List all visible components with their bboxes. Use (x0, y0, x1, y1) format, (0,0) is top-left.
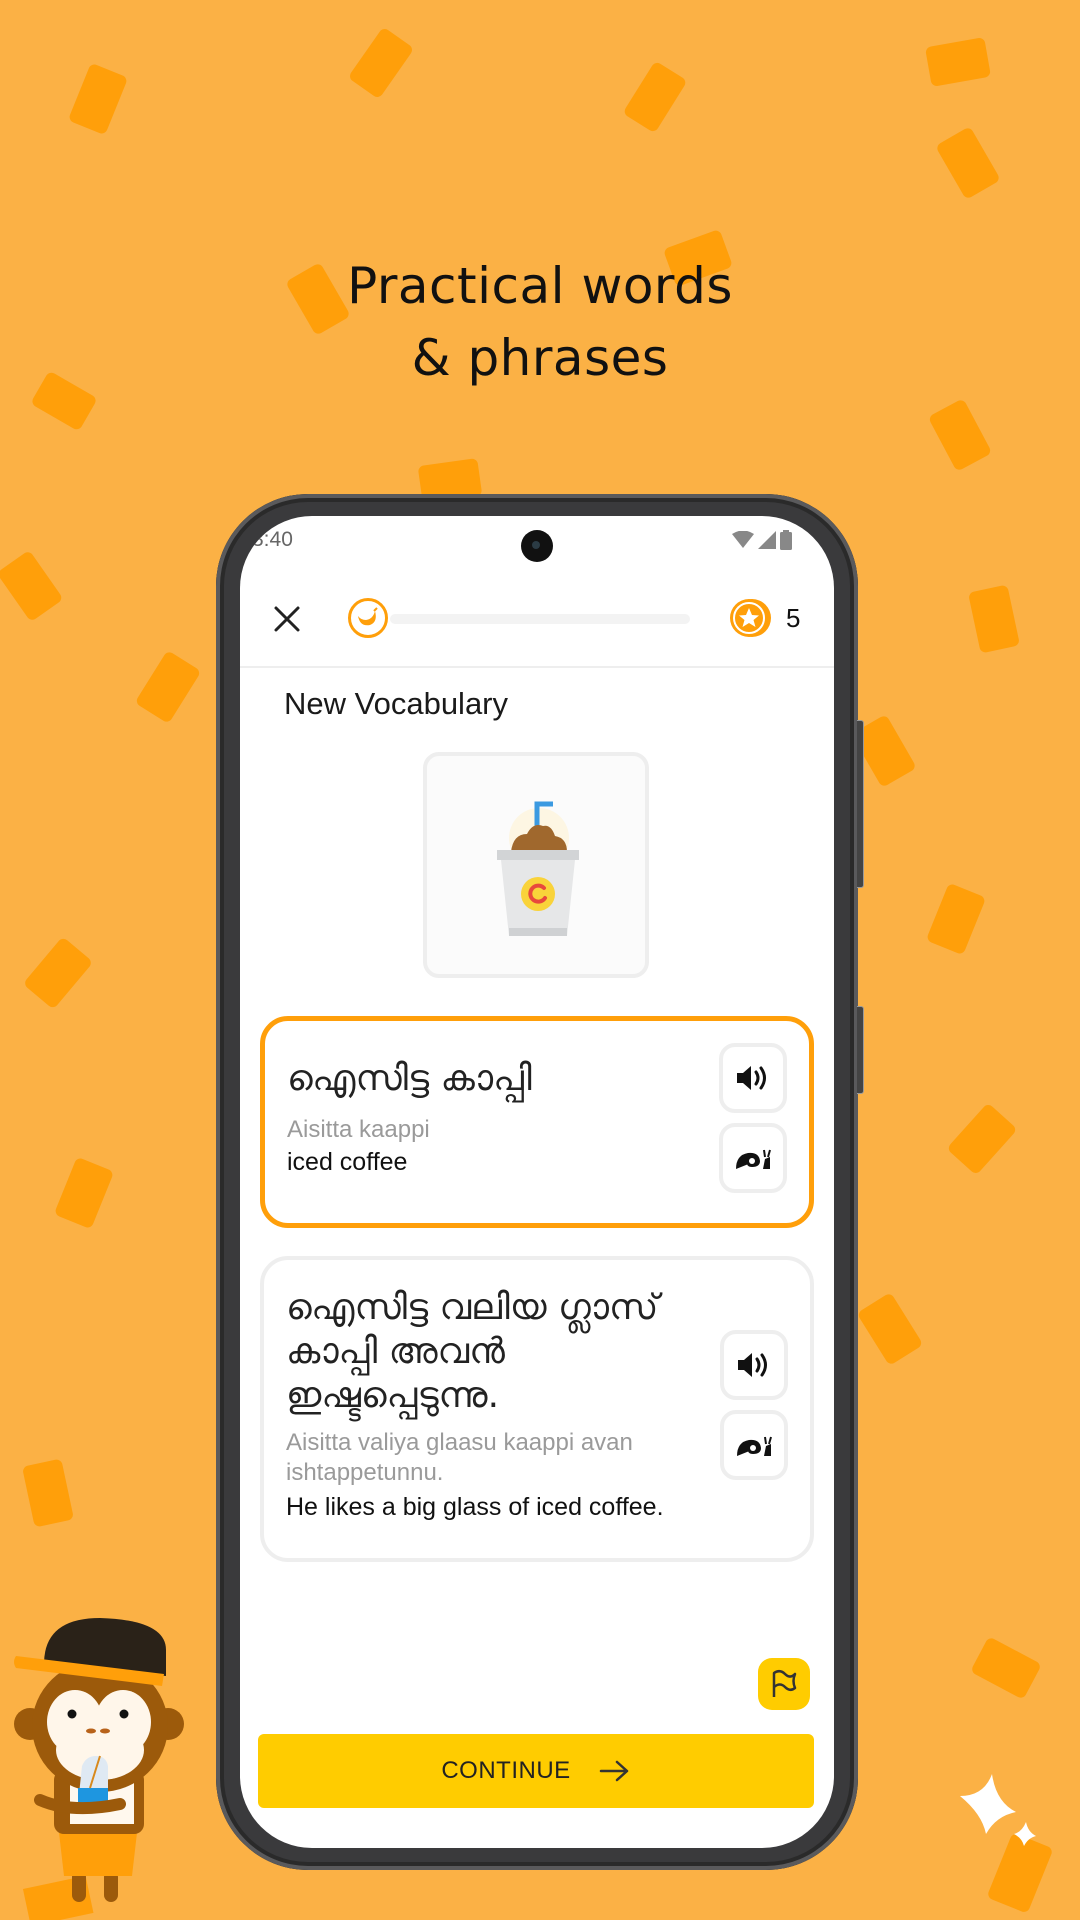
progress-start-badge (348, 598, 388, 638)
wifi-icon (732, 531, 754, 548)
confetti-shape (134, 650, 202, 724)
monkey-mascot (14, 1618, 184, 1920)
confetti-shape (925, 882, 987, 956)
confetti-shape (21, 1458, 75, 1528)
section-title: New Vocabulary (284, 686, 509, 721)
continue-label: CONTINUE (441, 1757, 571, 1784)
banana-icon (358, 607, 378, 626)
play-audio-button[interactable] (720, 1330, 788, 1400)
lesson-header: 5 (240, 576, 834, 668)
play-slow-audio-button[interactable] (719, 1123, 787, 1193)
speaker-icon (738, 1353, 767, 1377)
signal-icon (758, 531, 776, 549)
confetti-shape (970, 1636, 1042, 1700)
play-audio-button[interactable] (719, 1043, 787, 1113)
coin-count: 5 (786, 603, 801, 633)
phone-power-button (857, 1006, 864, 1094)
confetti-shape (67, 62, 129, 136)
transliteration-text: Aisitta valiya glaasu kaappi avan ishtap… (286, 1429, 633, 1486)
confetti-shape (946, 1102, 1018, 1176)
progress-bar (390, 614, 690, 624)
headline: Practical words & phrases (0, 250, 1080, 394)
flag-icon (772, 1670, 797, 1697)
native-text: ഐസിട്ട വലിയ ഗ്ലാസ് കാപ്പി അവൻ ഇഷ്ടപ്പെടു… (286, 1287, 659, 1416)
meaning-text: He likes a big glass of iced coffee. (286, 1493, 664, 1521)
iced-coffee-illustration (497, 801, 579, 936)
speaker-icon (737, 1066, 766, 1090)
close-icon (274, 606, 300, 632)
confetti-shape (856, 1292, 924, 1366)
snail-icon (736, 1149, 771, 1169)
headline-line-2: & phrases (411, 329, 669, 387)
vocab-card-word[interactable]: ഐസിട്ട കാപ്പി Aisitta kaappi iced coffee (260, 1016, 814, 1228)
vocab-image-card (423, 752, 649, 978)
vocab-card-sentence[interactable]: ഐസിട്ട വലിയ ഗ്ലാസ് കാപ്പി അവൻ ഇഷ്ടപ്പെടു… (260, 1256, 814, 1562)
sparkle-icon (960, 1774, 1052, 1912)
snail-icon (737, 1436, 772, 1456)
confetti-shape (935, 126, 1001, 200)
front-camera (521, 530, 553, 562)
report-button[interactable] (758, 1658, 810, 1710)
headline-line-1: Practical words (347, 257, 733, 315)
confetti-shape (22, 936, 94, 1010)
phone-volume-button (857, 720, 864, 888)
confetti-shape (347, 26, 415, 100)
arrow-right-icon (599, 1760, 628, 1782)
status-time: 3:40 (252, 528, 293, 551)
continue-button[interactable]: CONTINUE (258, 1734, 814, 1808)
transliteration-text: Aisitta kaappi (287, 1116, 430, 1143)
battery-icon (780, 530, 792, 550)
coin-badge (728, 596, 772, 640)
confetti-shape (53, 1156, 115, 1230)
play-slow-audio-button[interactable] (720, 1410, 788, 1480)
phone-frame: 3:40 5 New Vocabulary ഐസിട്ട കാപ്പി Aisi… (216, 494, 864, 1870)
status-bar: 3:40 (240, 516, 834, 576)
star-coin-icon (730, 599, 771, 637)
native-text: ഐസിട്ട കാപ്പി (287, 1058, 532, 1099)
confetti-shape (967, 584, 1021, 654)
phone-screen: 3:40 5 New Vocabulary ഐസിട്ട കാപ്പി Aisi… (240, 516, 834, 1848)
meaning-text: iced coffee (287, 1148, 408, 1176)
confetti-shape (927, 398, 993, 472)
status-icons (732, 530, 792, 550)
confetti-shape (622, 60, 688, 134)
confetti-shape (924, 37, 992, 87)
close-button[interactable] (272, 604, 302, 634)
confetti-shape (0, 549, 64, 623)
